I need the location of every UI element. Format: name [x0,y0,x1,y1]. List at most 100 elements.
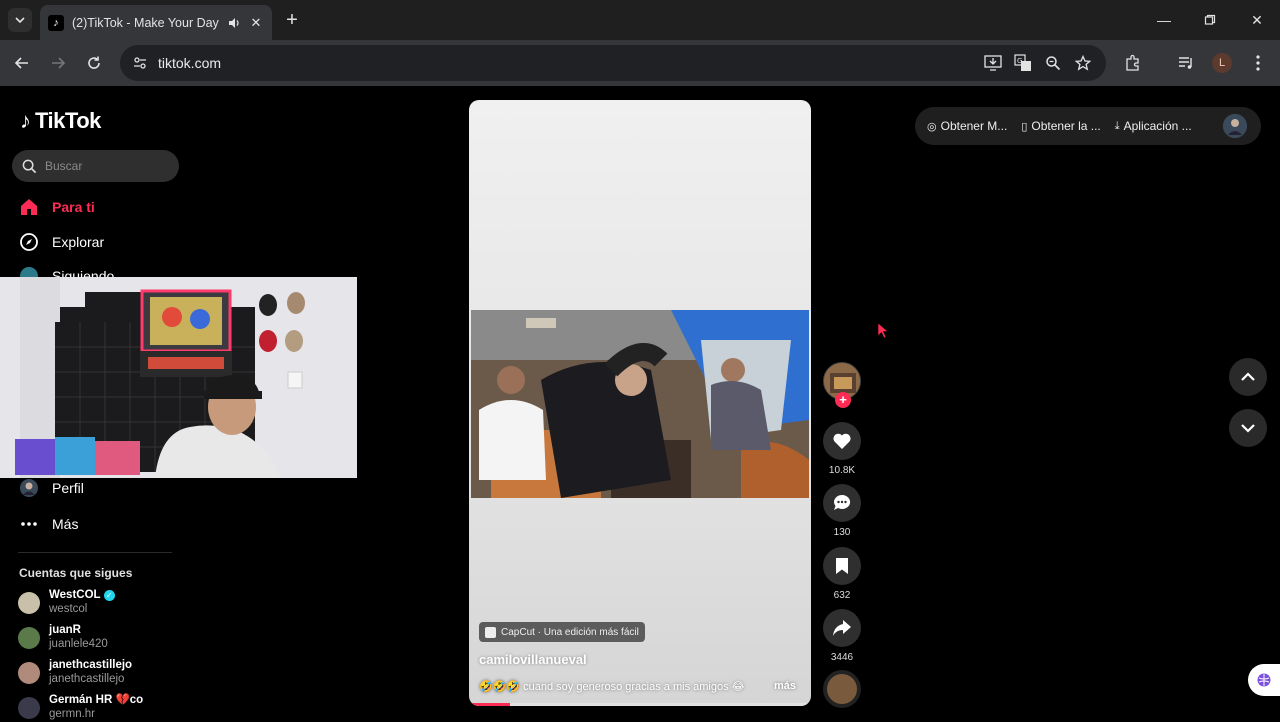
extensions-icon[interactable] [1118,48,1148,78]
follow-button[interactable]: + [835,392,851,408]
close-window-button[interactable]: ✕ [1234,0,1280,40]
music-disc-icon[interactable] [823,670,861,708]
translate-icon[interactable]: G [1008,49,1038,77]
nav-label: Perfil [52,480,84,496]
desktop-app-label: Aplicación ... [1123,119,1192,133]
tiktok-favicon-icon: ♪ [48,14,64,31]
search-box[interactable] [12,150,179,182]
compass-icon [18,231,40,253]
tab-title: (2)TikTok - Make Your Day [72,15,219,30]
following-account[interactable]: janethcastillejo janethcastillejo [18,658,132,687]
get-coins-label: Obtener M... [940,119,1008,133]
nav-perfil[interactable]: Perfil [18,474,84,502]
tab-close-icon[interactable]: ✕ [248,15,264,31]
account-name: WestCOL [49,589,101,601]
zoom-icon[interactable] [1038,49,1068,77]
nav-para-ti[interactable]: Para ti [18,193,95,221]
user-avatar[interactable] [1223,114,1247,138]
next-video-button[interactable] [1229,409,1267,447]
restore-button[interactable] [1187,0,1233,40]
profile-initial: L [1212,53,1232,73]
video-progress-bar[interactable] [469,703,811,706]
logo-text: TikTok [35,108,101,133]
verified-icon: ✓ [103,590,115,601]
media-controls-icon[interactable] [1171,48,1201,78]
search-input[interactable] [45,159,165,173]
site-settings-icon[interactable] [126,49,154,77]
home-icon [18,196,40,218]
account-name: Germán HR 💔co [49,694,144,706]
get-app-label: Obtener la ... [1031,119,1101,133]
nav-label: Explorar [52,234,105,250]
tiktok-page: ♪ TikTok Para ti Explorar Siguiendo [0,86,1280,720]
avatar [18,592,40,614]
capcut-badge[interactable]: CapCut · Una edición más fácil [479,622,645,642]
share-count: 3446 [830,652,854,663]
video-author[interactable]: camilovillanueval [479,652,587,667]
nav-explorar[interactable]: Explorar [18,228,104,256]
desktop-app-button[interactable]: ⤓ Aplicación ... [1115,119,1192,133]
share-icon [833,620,851,636]
video-player[interactable]: CapCut · Una edición más fácil camilovil… [469,100,811,706]
following-account[interactable]: WestCOL ✓ westcol [18,588,115,617]
profile-icon [18,477,40,499]
chevron-up-icon [1241,372,1255,381]
video-frame [471,310,809,498]
sidebar-divider [18,552,172,553]
top-actions-bar: ◎ Obtener M... ▯ Obtener la ... ⤓ Aplicació… [915,107,1261,145]
account-handle: janethcastillejo [49,673,125,685]
comment-count: 130 [833,527,851,538]
browser-toolbar: tiktok.com G L [0,40,1280,86]
account-handle: westcol [49,603,88,615]
comment-button[interactable] [823,484,861,522]
tiktok-logo[interactable]: ♪ TikTok [20,108,101,134]
following-account[interactable]: Germán HR 💔co germn.hr [18,693,143,722]
reload-icon[interactable] [82,51,106,75]
browser-tabbar: ♪ (2)TikTok - Make Your Day ✕ + — ✕ [0,0,1280,40]
following-account[interactable]: juanR juanlele420 [18,623,108,652]
video-description: 🤣🤣🤣 cuand soy generoso gracias a mis ami… [479,681,745,693]
share-button[interactable] [823,609,861,647]
more-link[interactable]: más [774,680,796,692]
address-bar[interactable]: tiktok.com G [120,45,1106,81]
following-section-title: Cuentas que sigues [19,566,133,580]
save-count: 632 [833,590,851,601]
account-name: janethcastillejo [49,659,133,671]
bookmark-icon [836,558,848,574]
menu-kebab-icon[interactable] [1243,48,1273,78]
like-button[interactable] [823,422,861,460]
nav-label: Más [52,516,79,532]
heart-icon [833,433,851,449]
profile-avatar[interactable]: L [1207,48,1237,78]
get-app-button[interactable]: ▯ Obtener la ... [1021,119,1100,133]
minimize-button[interactable]: — [1141,0,1187,40]
previous-video-button[interactable] [1229,358,1267,396]
brain-icon [1257,673,1271,687]
install-app-icon[interactable] [978,49,1008,77]
more-icon [18,513,40,535]
new-tab-button[interactable]: + [282,9,302,31]
back-icon[interactable] [10,51,34,75]
forward-icon[interactable] [46,51,70,75]
avatar [18,662,40,684]
svg-text:G: G [1017,57,1022,65]
nav-mas[interactable]: Más [18,510,78,538]
speaker-icon[interactable] [226,15,242,31]
tiktok-note-icon: ♪ [20,108,31,133]
floating-assistant-button[interactable] [1248,664,1280,696]
capcut-label: CapCut · Una edición más fácil [501,626,639,638]
like-count: 10.8K [828,465,856,476]
coin-icon: ◎ [927,120,937,133]
phone-icon: ▯ [1021,120,1028,133]
browser-tab[interactable]: ♪ (2)TikTok - Make Your Day ✕ [40,5,272,40]
nav-label: Para ti [52,199,95,215]
comment-icon [834,494,851,510]
tab-search-button[interactable] [8,8,32,32]
get-coins-button[interactable]: ◎ Obtener M... [927,119,1007,133]
save-button[interactable] [823,547,861,585]
chevron-down-icon [15,17,25,24]
url-text: tiktok.com [158,55,222,71]
download-icon: ⤓ [1114,119,1120,132]
progress-fill [469,703,511,706]
bookmark-star-icon[interactable] [1068,49,1098,77]
